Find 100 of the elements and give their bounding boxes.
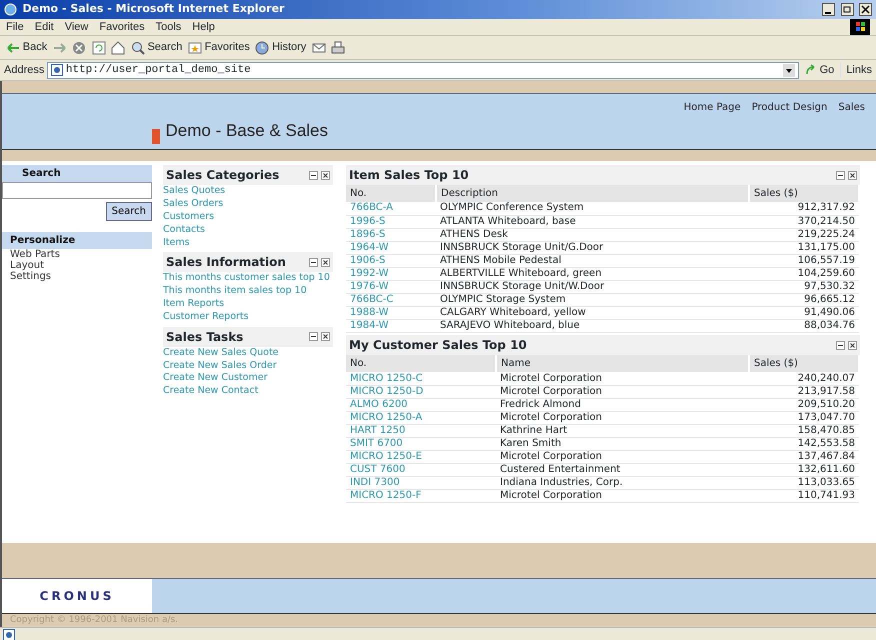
table-cell: Microtel Corporation [496,411,749,424]
table-cell: 137,467.84 [749,450,859,464]
nav-link[interactable]: Product Design [752,100,828,149]
close-icon[interactable] [848,340,857,350]
restore-button[interactable] [840,3,854,16]
table-cell: OLYMPIC Storage System [436,293,749,306]
category-link[interactable]: Create New Customer [163,372,268,386]
table-cell: SARAJEVO Whiteboard, blue [436,319,749,332]
page-title: Demo - Base & Sales [166,120,328,142]
table-cell: Microtel Corporation [496,385,749,398]
table-cell: 131,175.00 [749,241,859,254]
close-icon[interactable] [321,258,330,267]
column-header: No. [346,355,496,372]
category-link[interactable]: Create New Sales Quote [163,346,279,360]
minimize-icon[interactable] [836,170,846,180]
table-cell: INNSBRUCK Storage Unit/G.Door [436,241,749,254]
item-link[interactable]: HART 1250 [346,424,496,438]
minimize-button[interactable] [822,3,835,16]
menu-item[interactable]: Favorites [99,18,145,36]
close-icon[interactable] [321,170,330,180]
nav-link[interactable]: Sales [838,100,865,149]
go-button[interactable]: Go [802,62,838,78]
stop-icon[interactable] [72,40,86,54]
item-link[interactable]: INDI 7300 [346,476,496,490]
category-link[interactable]: This months item sales top 10 [163,285,307,298]
home-icon[interactable] [111,40,126,54]
category-link[interactable]: This months customer sales top 10 [163,272,330,286]
item-link[interactable]: MICRO 1250-E [346,450,496,464]
item-link[interactable]: MICRO 1250-A [346,411,496,424]
toolbar-button[interactable]: Back [6,39,48,56]
item-link[interactable]: MICRO 1250-D [346,385,496,398]
item-link[interactable]: 1896-S [346,228,436,241]
category-link[interactable]: Create New Contact [163,385,258,398]
item-link[interactable]: 1996-S [346,215,436,228]
category-link[interactable]: Sales Orders [163,198,224,211]
minimize-icon[interactable] [309,258,318,267]
column-header: Sales ($) [749,185,859,202]
menu-item[interactable]: File [6,18,24,36]
minimize-icon[interactable] [836,340,846,350]
address-field[interactable]: http://user_portal_demo_site [47,62,800,78]
item-link[interactable]: MICRO 1250-F [346,489,496,502]
search-button[interactable]: Search [106,202,152,221]
minimize-icon[interactable] [309,332,318,342]
item-link[interactable]: 766BC-A [346,202,436,215]
nav-link[interactable]: Home Page [684,100,741,149]
menu-item[interactable]: View [64,18,88,36]
table-cell: Microtel Corporation [496,489,749,502]
item-link[interactable]: 1964-W [346,241,436,254]
item-link[interactable]: SMIT 6700 [346,437,496,450]
group-title: Sales Information [166,254,286,272]
menu-item[interactable]: Tools [156,18,182,36]
item-link[interactable]: 1988-W [346,306,436,319]
toolbar-button[interactable]: Search [130,39,182,56]
table-cell: 91,490.06 [749,306,859,319]
sidebar-link[interactable]: Settings [2,270,152,282]
sidebar-link[interactable]: Layout [2,260,152,271]
menu-item[interactable]: Edit [34,18,54,36]
toolbar-button[interactable]: History [255,39,306,56]
table-title: My Customer Sales Top 10 [349,337,527,354]
table-cell: 173,047.70 [749,411,859,424]
menu-item[interactable]: Help [192,18,215,36]
item-link[interactable]: 1976-W [346,280,436,293]
printer-icon[interactable] [331,40,346,54]
table-cell: CALGARY Whiteboard, yellow [436,306,749,319]
category-link[interactable]: Sales Quotes [163,185,226,198]
item-link[interactable]: ALMO 6200 [346,398,496,412]
search-field[interactable] [2,182,152,199]
links-button[interactable]: Links [840,62,872,78]
accent-bar-icon [152,128,160,144]
item-link[interactable]: 1906-S [346,254,436,267]
address-label: Address [4,62,44,78]
close-icon[interactable] [848,170,857,180]
category-link[interactable]: Item Reports [163,298,224,311]
item-link[interactable]: CUST 7600 [346,463,496,476]
table-cell: Indiana Industries, Corp. [496,476,749,490]
envelope-icon[interactable] [312,40,326,54]
table-cell: ALBERTVILLE Whiteboard, green [436,267,749,280]
close-icon[interactable] [321,332,330,342]
category-link[interactable]: Customers [163,210,214,224]
category-link[interactable]: Contacts [163,224,205,237]
close-button[interactable] [859,3,872,16]
category-link[interactable]: Customer Reports [163,311,249,324]
category-link[interactable]: Items [163,236,190,250]
refresh-icon[interactable] [92,40,106,54]
table-cell: 104,259.60 [749,267,859,280]
windows-logo-icon [850,19,870,35]
go-arrow-icon [804,64,817,76]
table-cell: Custered Entertainment [496,463,749,476]
toolbar-button[interactable]: Favorites [188,39,250,56]
item-link[interactable]: 766BC-C [346,293,436,306]
table-cell: Karen Smith [496,437,749,450]
sidebar-link[interactable]: Web Parts [2,248,152,260]
section-title: Personalize [2,232,152,249]
item-link[interactable]: MICRO 1250-C [346,372,496,386]
item-link[interactable]: 1984-W [346,319,436,332]
item-link[interactable]: 1992-W [346,267,436,280]
minimize-icon[interactable] [309,170,318,180]
category-link[interactable]: Create New Sales Order [163,360,277,372]
table-cell: 240,240.07 [749,372,859,386]
group-title: Sales Categories [166,167,280,184]
